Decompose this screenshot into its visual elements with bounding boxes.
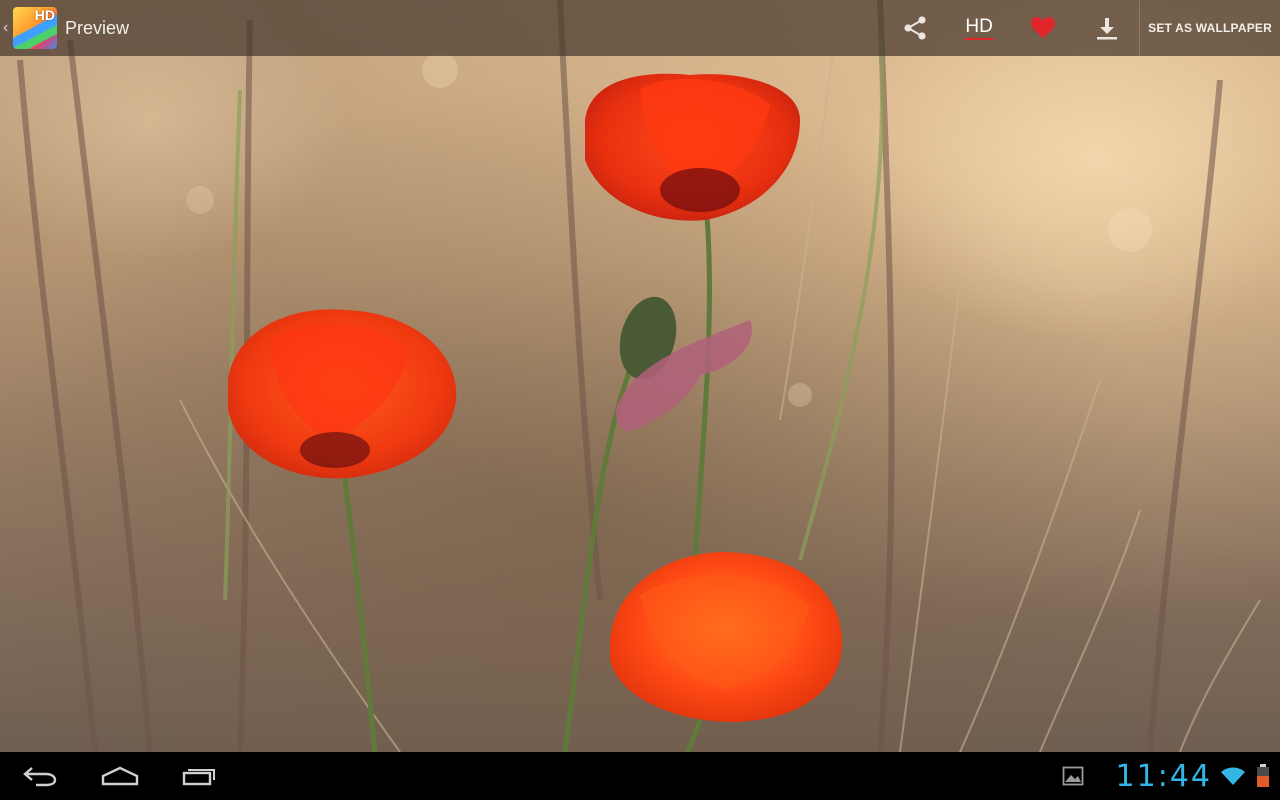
poppy-bud <box>615 296 752 432</box>
app-logo-badge: HD <box>34 7 55 23</box>
download-icon <box>1097 18 1118 40</box>
page-title: Preview <box>65 17 130 38</box>
poppy-field-illustration <box>0 0 1280 752</box>
share-button[interactable] <box>883 0 947 56</box>
favorite-button[interactable] <box>1011 0 1075 56</box>
set-as-wallpaper-button[interactable]: SET AS WALLPAPER <box>1139 0 1280 56</box>
system-navigation-bar: 11:44 <box>0 752 1280 800</box>
heart-icon <box>1031 17 1056 38</box>
back-icon <box>23 767 57 787</box>
download-button[interactable] <box>1075 0 1139 56</box>
app-logo-icon: HD <box>13 7 57 49</box>
battery-icon <box>1256 764 1270 788</box>
share-icon <box>904 16 926 40</box>
home-button[interactable] <box>80 752 160 800</box>
hd-quality-toggle[interactable]: HD <box>947 0 1011 56</box>
up-caret-icon: ‹ <box>3 19 9 36</box>
action-bar: ‹ HD Preview HD SET AS WALLPAPER <box>0 0 1280 56</box>
poppy-flower-left <box>228 309 457 479</box>
wifi-icon <box>1220 766 1246 786</box>
poppy-flower-top <box>585 73 800 221</box>
recent-apps-button[interactable] <box>160 752 240 800</box>
wallpaper-preview-image[interactable] <box>0 0 1280 752</box>
preview-screen: ‹ HD Preview HD SET AS WALLPAPER 11:44 <box>0 0 1280 800</box>
status-clock: 11:44 <box>1115 758 1212 794</box>
gallery-notification-icon[interactable] <box>1062 766 1084 786</box>
poppy-flower-bottom <box>610 552 843 722</box>
status-area[interactable]: 11:44 <box>1062 752 1280 800</box>
back-button[interactable] <box>0 752 80 800</box>
hd-label: HD <box>964 16 994 40</box>
up-navigation-button[interactable]: ‹ HD Preview <box>0 0 139 56</box>
home-icon <box>101 766 139 786</box>
recent-apps-icon <box>182 769 215 786</box>
